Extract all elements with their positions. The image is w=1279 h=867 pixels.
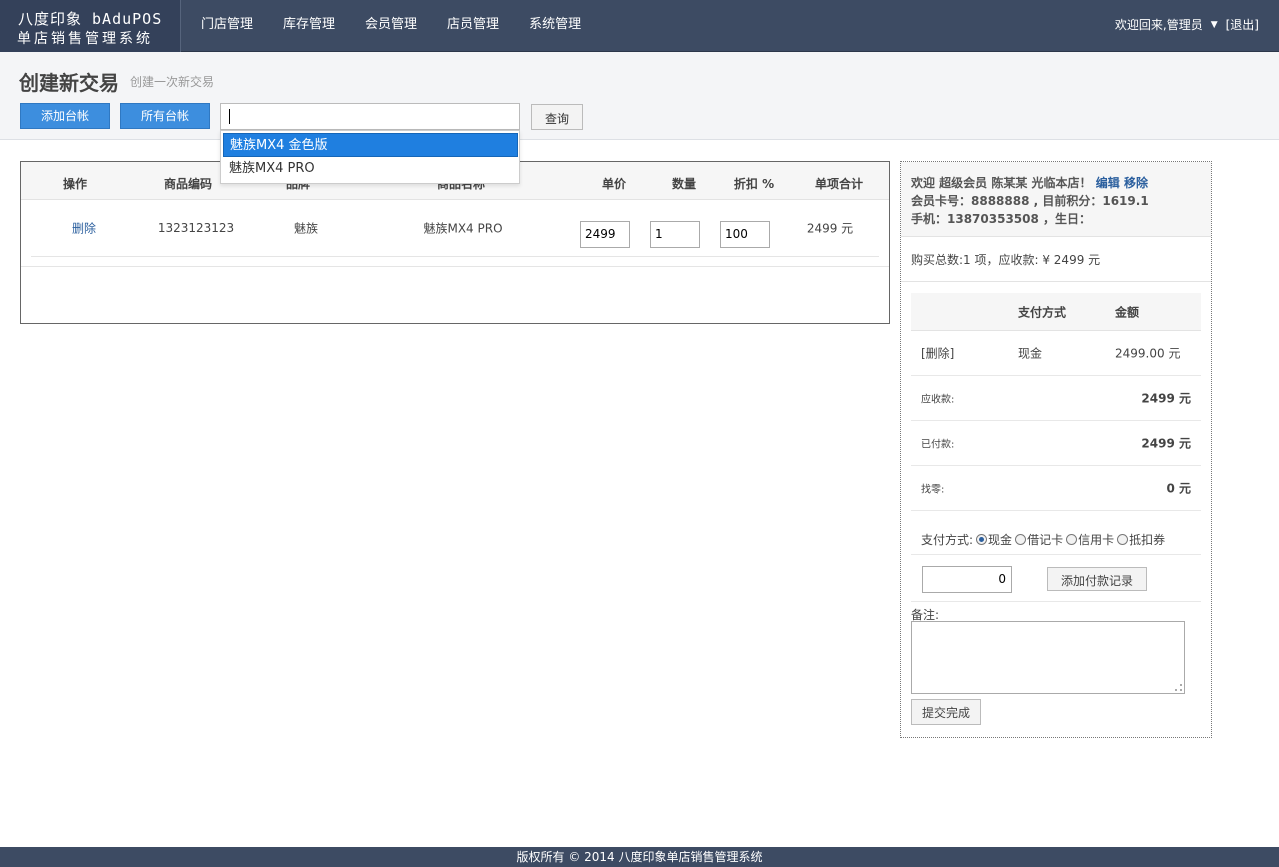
footer: 版权所有 © 2014 八度印象单店销售管理系统: [0, 847, 1279, 867]
payment-amount: 2499.00 元: [1115, 346, 1181, 361]
delete-item-link[interactable]: 删除: [72, 220, 96, 237]
user-welcome[interactable]: 欢迎回来,管理员: [1115, 16, 1203, 33]
payway-label: 支付方式:: [921, 533, 974, 547]
radio-debit-label[interactable]: 借记卡: [1027, 531, 1063, 548]
payments-header: 支付方式 金额: [911, 293, 1201, 331]
discount-input[interactable]: 100: [720, 221, 770, 248]
due-row: 应收款: 2499 元: [911, 376, 1201, 421]
member-greeting-line: 欢迎 超级会员 陈某某 光临本店！ 编辑 移除: [911, 174, 1201, 192]
payment-method: 现金: [1018, 346, 1043, 361]
divider: [901, 281, 1211, 282]
member-card-line: 会员卡号：8888888 , 目前积分：1619.1: [911, 194, 1149, 208]
all-ledgers-button[interactable]: 所有台帐: [120, 103, 210, 129]
member-phone-line: 手机：13870353508 ，生日：: [911, 212, 1092, 226]
col-code: 商品编码: [163, 177, 213, 191]
cell-code: 1323123123: [157, 221, 235, 235]
cell-name: 魅族MX4 PRO: [423, 221, 503, 236]
submit-button[interactable]: 提交完成: [911, 699, 981, 725]
checkout-panel: 欢迎 超级会员 陈某某 光临本店！ 编辑 移除 会员卡号：8888888 , 目…: [900, 161, 1212, 738]
due-label: 应收款:: [921, 394, 955, 406]
paid-label: 已付款:: [921, 439, 955, 451]
product-search-input[interactable]: [220, 103, 520, 130]
change-value: 0 元: [1166, 481, 1191, 496]
query-button[interactable]: 查询: [531, 104, 583, 130]
paid-row: 已付款: 2499 元: [911, 421, 1201, 466]
top-navbar: 八度印象 bAduPOS 单店销售管理系统 门店管理 库存管理 会员管理 店员管…: [0, 0, 1279, 52]
qty-input[interactable]: 1: [650, 221, 700, 248]
col-subtotal: 单项合计: [814, 177, 864, 191]
radio-cash[interactable]: [976, 534, 988, 545]
items-table: 操作 商品编码 品牌 商品名称 单价 数量 折扣 % 单项合计 删除 13231…: [20, 161, 890, 324]
price-input[interactable]: 2499: [580, 221, 630, 248]
col-price: 单价: [601, 177, 627, 191]
radio-credit[interactable]: [1066, 534, 1078, 545]
paid-value: 2499 元: [1141, 436, 1191, 451]
divider: [21, 266, 889, 267]
payment-method-selector: 支付方式: 现金 借记卡 信用卡 抵扣券: [911, 525, 1201, 555]
col-discount: 折扣 %: [733, 177, 775, 191]
search-suggestions: 魅族MX4 金色版 魅族MX4 PRO: [220, 130, 520, 184]
suggestion-item[interactable]: 魅族MX4 PRO: [223, 157, 518, 181]
col-qty: 数量: [671, 177, 697, 191]
add-ledger-button[interactable]: 添加台帐: [20, 103, 110, 129]
page-title: 创建新交易: [19, 71, 119, 95]
nav-staff-management[interactable]: 店员管理: [432, 0, 514, 52]
main-nav: 门店管理 库存管理 会员管理 店员管理 系统管理: [186, 0, 596, 52]
change-label: 找零:: [921, 484, 945, 496]
nav-inventory-management[interactable]: 库存管理: [268, 0, 350, 52]
text-cursor: [229, 109, 230, 124]
radio-voucher[interactable]: [1117, 534, 1129, 545]
remove-member-link[interactable]: 移除: [1124, 176, 1148, 190]
table-row: 删除 1323123123 魅族 魅族MX4 PRO 2499 1 100 24…: [31, 200, 879, 257]
nav-system-management[interactable]: 系统管理: [514, 0, 596, 52]
brand-logo[interactable]: 八度印象 bAduPOS 单店销售管理系统: [0, 0, 181, 52]
divider: [911, 601, 1201, 602]
change-row: 找零: 0 元: [911, 466, 1201, 511]
add-payment-button[interactable]: 添加付款记录: [1047, 567, 1147, 591]
col-pay-method: 支付方式: [1018, 305, 1067, 319]
user-menu: 欢迎回来,管理员 ▼ [退出]: [1115, 16, 1259, 33]
resize-handle-icon[interactable]: [1175, 684, 1182, 691]
radio-voucher-label[interactable]: 抵扣券: [1129, 531, 1165, 548]
radio-debit[interactable]: [1015, 534, 1027, 545]
col-pay-amount: 金额: [1115, 305, 1140, 319]
nav-store-management[interactable]: 门店管理: [186, 0, 268, 52]
edit-member-link[interactable]: 编辑: [1096, 176, 1120, 190]
cell-subtotal: 2499 元: [806, 221, 854, 236]
brand-name: 八度印象 bAduPOS: [18, 10, 163, 28]
col-action: 操作: [62, 177, 88, 191]
due-value: 2499 元: [1141, 391, 1191, 406]
remark-textarea[interactable]: [911, 621, 1185, 694]
logout-link[interactable]: [退出]: [1226, 16, 1259, 33]
chevron-down-icon[interactable]: ▼: [1211, 20, 1218, 30]
radio-credit-label[interactable]: 信用卡: [1078, 531, 1114, 548]
member-greeting: 欢迎 超级会员 陈某某 光临本店！: [911, 176, 1092, 190]
payments-table: 支付方式 金额 [删除] 现金 2499.00 元 应收款: 2499 元 已付…: [911, 293, 1201, 511]
cell-brand: 魅族: [293, 221, 319, 236]
suggestion-item[interactable]: 魅族MX4 金色版: [223, 133, 518, 157]
pay-amount-input[interactable]: 0: [922, 566, 1012, 593]
delete-payment-link[interactable]: [删除]: [921, 345, 954, 362]
radio-cash-label[interactable]: 现金: [988, 531, 1012, 548]
page-subtitle: 创建一次新交易: [130, 75, 215, 89]
purchase-summary: 购买总数:1 项，应收款: ¥ 2499 元: [911, 253, 1101, 267]
payment-row: [删除] 现金 2499.00 元: [911, 331, 1201, 376]
nav-member-management[interactable]: 会员管理: [350, 0, 432, 52]
member-info: 欢迎 超级会员 陈某某 光临本店！ 编辑 移除 会员卡号：8888888 , 目…: [901, 162, 1211, 237]
brand-tagline: 单店销售管理系统: [17, 31, 153, 47]
page-header: 创建新交易 创建一次新交易 添加台帐 所有台帐 查询: [0, 52, 1279, 140]
